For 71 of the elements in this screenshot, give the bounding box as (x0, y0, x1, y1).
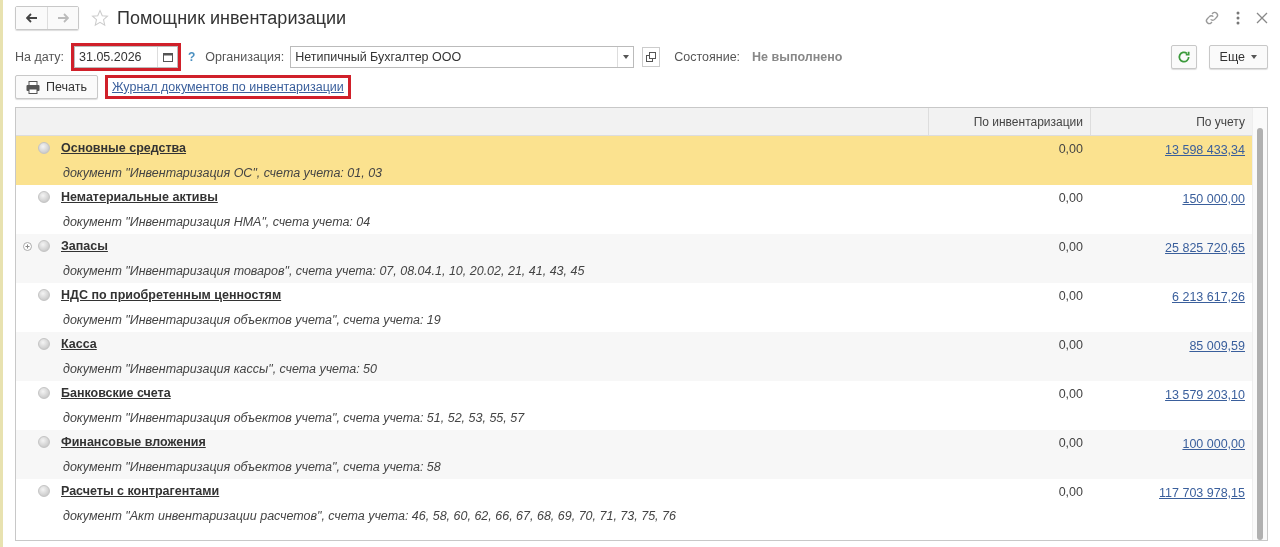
table-row[interactable]: Основные средства документ "Инвентаризация ОС", счета учета: 01, 03 0,00 13 598 433,34 (16, 136, 1252, 185)
amount-link[interactable]: 117 703 978,15 (1159, 486, 1245, 500)
status-dot (38, 289, 50, 302)
printer-icon (26, 80, 40, 94)
section-description: документ "Инвентаризация кассы", счета учета: 50 (63, 361, 377, 376)
close-icon[interactable] (1256, 12, 1268, 24)
table-row[interactable]: Запасы документ "Инвентаризация товаров", счета учета: 07, 08.04.1, 10, 20.02, 21, 41, 43, 45 0,00 25 825 720,65 (16, 234, 1252, 283)
section-description: документ "Инвентаризация объектов учета", счета учета: 19 (63, 312, 441, 327)
organization-label: Организация: (205, 50, 285, 64)
status-dot (38, 191, 50, 204)
date-field[interactable]: 31.05.2026 (74, 46, 178, 68)
right-arrow-icon (57, 13, 69, 23)
table-cell-text: 0,00 (1057, 484, 1084, 501)
status-dot (38, 485, 50, 498)
status-dot (38, 338, 50, 351)
amount-link[interactable]: 6 213 617,26 (1172, 290, 1245, 304)
help-link[interactable]: ? (188, 50, 196, 64)
amount-link[interactable]: 13 598 433,34 (1165, 143, 1245, 157)
link-icon[interactable] (1204, 10, 1220, 26)
section-description: документ "Инвентаризация объектов учета", счета учета: 51, 52, 53, 55, 57 (63, 410, 525, 425)
caret-icon (622, 55, 629, 59)
section-name[interactable]: Запасы (61, 239, 108, 254)
state-label: Состояние: (674, 50, 741, 64)
organization-field[interactable]: Нетипичный Бухгалтер ООО (290, 46, 635, 68)
table-row[interactable]: Касса документ "Инвентаризация кассы", счета учета: 50 0,00 85 009,59 (16, 332, 1252, 381)
section-description: документ "Инвентаризация товаров", счета учета: 07, 08.04.1, 10, 20.02, 21, 41, 43, 45 (63, 263, 585, 278)
left-arrow-icon (25, 13, 38, 23)
caret-icon (1251, 55, 1257, 59)
table-cell-text: 0,00 (1057, 190, 1084, 207)
state-value: Не выполнено (752, 50, 844, 64)
status-dot (38, 240, 50, 253)
amount-link[interactable]: 150 000,00 (1182, 192, 1245, 206)
table-cell-text: 0,00 (1057, 288, 1084, 305)
section-name[interactable]: Касса (61, 337, 97, 352)
star-icon[interactable] (91, 9, 109, 27)
journal-link[interactable]: Журнал документов по инвентаризации (107, 78, 348, 96)
section-name[interactable]: Нематериальные активы (61, 190, 218, 205)
status-dot (38, 142, 50, 155)
print-button[interactable]: Печать (15, 75, 98, 99)
table-cell-text: 0,00 (1057, 239, 1084, 256)
section-name[interactable]: Финансовые вложения (61, 435, 206, 450)
status-dot (38, 436, 50, 449)
amount-link[interactable]: 100 000,00 (1182, 437, 1245, 451)
table-cell-text: 0,00 (1057, 435, 1084, 452)
expand-icon[interactable] (22, 241, 32, 251)
table-row[interactable]: Финансовые вложения документ "Инвентаризация объектов учета", счета учета: 58 0,00 100 000,00 (16, 430, 1252, 479)
section-description: документ "Инвентаризация объектов учета", счета учета: 58 (63, 459, 441, 474)
amount-link[interactable]: 13 579 203,10 (1165, 388, 1245, 402)
column-header[interactable]: По инвентаризации (928, 108, 1090, 135)
more-button[interactable]: Еще (1208, 45, 1268, 69)
section-name[interactable]: НДС по приобретенным ценностям (61, 288, 282, 303)
section-name[interactable]: Банковские счета (61, 386, 171, 401)
table-cell-text: 0,00 (1057, 141, 1084, 158)
open-icon[interactable] (642, 47, 661, 67)
section-description: документ "Инвентаризация ОС", счета учета: 01, 03 (63, 165, 383, 180)
section-name[interactable]: Основные средства (61, 141, 187, 156)
refresh-icon (1176, 50, 1191, 64)
amount-link[interactable]: 85 009,59 (1189, 339, 1245, 353)
more-icon[interactable] (1236, 11, 1240, 25)
table-cell-text: 0,00 (1057, 337, 1084, 354)
back-button[interactable] (16, 7, 47, 29)
table-cell-text: 0,00 (1057, 386, 1084, 403)
section-description: документ "Инвентаризация НМА", счета учета: 04 (63, 214, 371, 229)
amount-link[interactable]: 25 825 720,65 (1165, 241, 1245, 255)
scrollbar[interactable] (1252, 108, 1267, 540)
section-name[interactable]: Расчеты с контрагентами (61, 484, 220, 499)
refresh-button[interactable] (1170, 45, 1197, 69)
section-description: документ "Акт инвентаризации расчетов", счета учета: 46, 58, 60, 62, 66, 67, 68, 69, 70, 71, 73, 75, 76 (63, 508, 676, 523)
window-title: Помощник инвентаризации (117, 7, 348, 29)
date-label: На дату: (15, 50, 64, 64)
status-dot (38, 387, 50, 400)
